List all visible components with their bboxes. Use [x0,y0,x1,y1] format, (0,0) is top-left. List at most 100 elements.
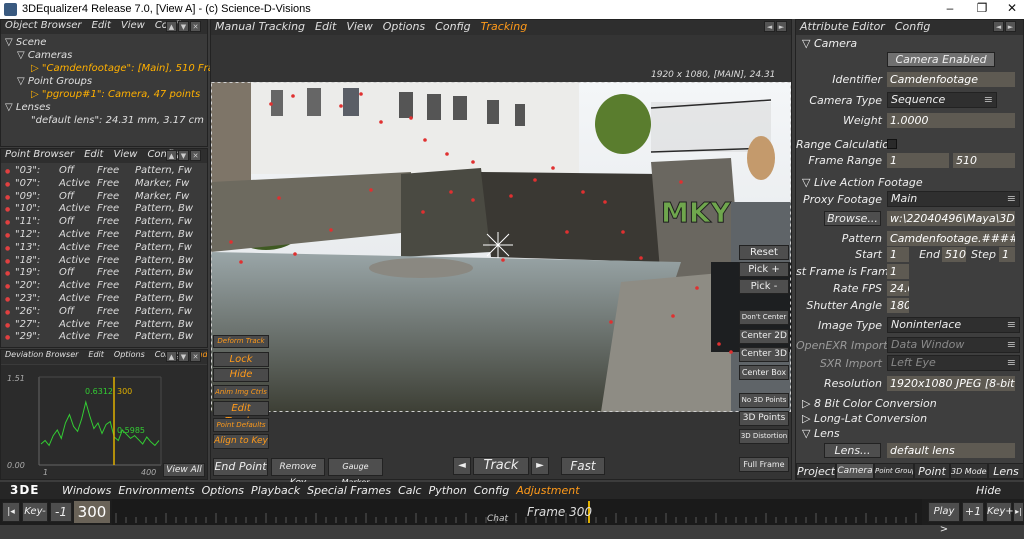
menu-environments[interactable]: Environments [118,484,194,497]
menu-options[interactable]: Options [114,350,145,359]
menu-attribute-editor[interactable]: Attribute Editor [800,20,885,33]
track-backward-button[interactable]: ◄ [453,457,471,475]
point-row[interactable]: ● "19": Off Free Pattern, Bw [1,267,207,280]
tree-scene[interactable]: ▽ Scene [5,36,207,49]
menu-manual-tracking[interactable]: Manual Tracking [215,20,305,33]
point-row[interactable]: ● "03": Off Free Pattern, Fw [1,165,207,178]
close-icon[interactable]: ✕ [190,150,201,161]
tab-project[interactable]: Project [796,463,836,479]
longlat-section[interactable]: ▷ Long-Lat Conversion [802,412,927,425]
deviation-graph[interactable]: 1.51 0.00 1 400 0.6312 300 0.5985 [1,365,207,479]
point-row[interactable]: ● "20": Active Free Pattern, Bw [1,280,207,293]
timeline-scrubber[interactable] [112,499,922,525]
identifier-field[interactable]: Camdenfootage [887,72,1015,87]
arrow-down-icon[interactable]: ▼ [178,150,189,161]
browse-button[interactable]: Browse... [824,211,881,226]
start-field[interactable]: 1 [887,247,909,262]
menu-options[interactable]: Options [383,20,425,33]
frame-range-start[interactable]: 1 [887,153,949,168]
panel-arrows[interactable]: ◄ ► [763,21,787,32]
menu-deviation-browser[interactable]: Deviation Browser [5,350,78,359]
footage-path-field[interactable]: w:\22040496\Maya\3D equ [887,211,1015,226]
align-to-key-button[interactable]: Align to Key [213,434,269,449]
menu-view[interactable]: View [346,20,372,33]
menu-edit[interactable]: Edit [92,20,111,31]
hide-button[interactable]: Hide [213,368,269,382]
menu-calc[interactable]: Calc [398,484,422,497]
restore-button[interactable]: ❐ [968,1,996,18]
weight-field[interactable]: 1.0000 [887,113,1015,128]
don-t-center-button[interactable]: Don't Center [739,310,789,325]
proxy-footage-dropdown[interactable]: Main ≡ [887,191,1020,207]
panel-arrows[interactable]: ◄ ► [992,21,1016,32]
menu-config[interactable]: Config [895,20,930,33]
go-start-button[interactable]: |◂ [2,502,20,522]
tab-point[interactable]: Point [914,463,950,479]
gauge-marker-button[interactable]: Gauge Marker [328,458,383,487]
menu-edit[interactable]: Edit [88,350,104,359]
tab-camera[interactable]: Camera [836,463,874,479]
menu-point-browser[interactable]: Point Browser [5,149,74,160]
full-frame-button[interactable]: Full Frame [739,457,789,472]
menu-python[interactable]: Python [429,484,467,497]
point-row[interactable]: ● "12": Active Free Pattern, Bw [1,229,207,242]
menu-view[interactable]: View [121,20,145,31]
arrow-down-icon[interactable]: ▼ [178,351,189,362]
menu-edit[interactable]: Edit [315,20,336,33]
point-row[interactable]: ● "11": Off Free Pattern, Fw [1,216,207,229]
3d-points-button[interactable]: 3D Points [739,411,789,426]
point-row[interactable]: ● "18": Active Free Pattern, Bw [1,255,207,268]
color-conversion-section[interactable]: ▷ 8 Bit Color Conversion [802,397,937,410]
close-icon[interactable]: ✕ [190,21,201,32]
resolution-field[interactable]: 1920x1080 JPEG [8-bit int ( [887,376,1015,391]
frame-range-end[interactable]: 510 [953,153,1015,168]
tab-point-group[interactable]: Point Group [874,463,914,479]
track-forward-button[interactable]: ► [531,457,549,475]
arrow-right-icon[interactable]: ► [776,21,787,32]
end-point-button[interactable]: End Point [213,458,268,476]
point-row[interactable]: ● "09": Off Free Marker, Fw [1,191,207,204]
arrow-up-icon[interactable]: ▲ [166,21,177,32]
menu-config[interactable]: Config [435,20,470,33]
anim-img-ctrls-button[interactable]: Anim Img Ctrls [213,385,269,399]
menu-adjustment[interactable]: Adjustment [516,484,579,497]
camera-enabled-button[interactable]: Camera Enabled [887,52,995,67]
shutter-angle-field[interactable]: 180. [887,298,909,313]
step-back-button[interactable]: -1 [50,502,72,522]
tab-3d-model[interactable]: 3D Model [950,463,988,479]
menu-view[interactable]: View [113,149,137,160]
chat-label[interactable]: Chat [487,514,508,524]
arrow-down-icon[interactable]: ▼ [178,21,189,32]
close-button[interactable]: ✕ [998,1,1024,18]
arrow-up-icon[interactable]: ▲ [166,150,177,161]
tree-lens-item[interactable]: "default lens": 24.31 mm, 3.17 cm x 1.78 [5,114,205,127]
arrow-left-icon[interactable]: ◄ [993,21,1004,32]
arrow-up-icon[interactable]: ▲ [166,351,177,362]
point-row[interactable]: ● "13": Active Free Pattern, Fw [1,242,207,255]
remove-key-button[interactable]: Remove Key [271,458,325,488]
reset-button[interactable]: Reset [739,245,789,260]
current-frame-field[interactable]: 300 [74,501,110,523]
menu-playback[interactable]: Playback [251,484,300,497]
openexr-dropdown[interactable]: Data Window ≡ [887,337,1020,353]
range-calculation-checkbox[interactable] [887,139,897,149]
point-row[interactable]: ● "07": Active Free Marker, Fw [1,178,207,191]
lock-curve-button[interactable]: Lock Curve [213,352,269,378]
minimize-button[interactable]: – [936,1,964,18]
menu-config[interactable]: Config [474,484,509,497]
center-3d-button[interactable]: Center 3D [739,347,789,362]
edit-tracks-button[interactable]: Edit Tracks [213,401,269,427]
tree-cameras[interactable]: ▽ Cameras [5,49,207,62]
pick--button[interactable]: Pick - [739,279,789,294]
pattern-field[interactable]: Camdenfootage.####.jpeg [887,231,1015,246]
track-button[interactable]: Track [473,457,529,475]
close-icon[interactable]: ✕ [190,351,201,362]
panel-arrows[interactable]: ▲ ▼ ✕ [165,21,201,32]
key-prev-button[interactable]: Key- [22,502,48,522]
no-3d-points-button[interactable]: No 3D Points [739,393,789,408]
step-forward-button[interactable]: +1 [962,502,984,522]
point-row[interactable]: ● "26": Off Free Pattern, Fw [1,306,207,319]
panel-arrows[interactable]: ▲ ▼ ✕ [165,150,201,161]
tree-lenses[interactable]: ▽ Lenses [5,101,207,114]
camera-type-dropdown[interactable]: Sequence ≡ [887,92,997,108]
